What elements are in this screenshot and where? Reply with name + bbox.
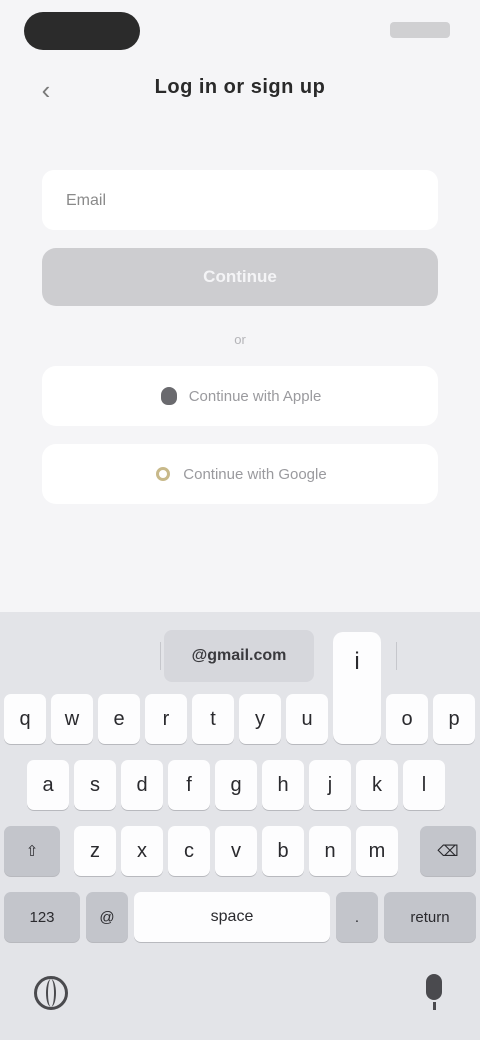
key-f[interactable]: f <box>168 760 210 810</box>
or-divider: or <box>234 332 246 347</box>
key-g[interactable]: g <box>215 760 257 810</box>
continue-with-google-button[interactable]: Continue with Google <box>42 444 438 504</box>
key-y[interactable]: y <box>239 694 281 744</box>
suggestion-separator <box>160 642 161 670</box>
key-c[interactable]: c <box>168 826 210 876</box>
email-field[interactable] <box>64 170 428 232</box>
at-key[interactable]: @ <box>86 892 128 942</box>
suggestion-left[interactable] <box>8 630 156 682</box>
key-j[interactable]: j <box>309 760 351 810</box>
key-o[interactable]: o <box>386 694 428 744</box>
key-d[interactable]: d <box>121 760 163 810</box>
key-row-2: a s d f g h j k l <box>0 760 480 812</box>
suggestion-separator <box>396 642 397 670</box>
key-k[interactable]: k <box>356 760 398 810</box>
status-indicators <box>390 22 450 38</box>
key-z[interactable]: z <box>74 826 116 876</box>
key-row-1: q w e r t y u i o p <box>0 632 480 746</box>
delete-key[interactable]: ⌫ <box>420 826 476 876</box>
key-v[interactable]: v <box>215 826 257 876</box>
key-row-3: ⇧ z x c v b n m ⌫ <box>0 826 480 878</box>
microphone-icon[interactable] <box>426 974 442 1010</box>
key-p[interactable]: p <box>433 694 475 744</box>
key-n[interactable]: n <box>309 826 351 876</box>
google-button-label: Continue with Google <box>183 465 327 483</box>
status-bar <box>0 0 480 60</box>
shift-key[interactable]: ⇧ <box>4 826 60 876</box>
email-field-container <box>42 170 438 232</box>
key-t[interactable]: t <box>192 694 234 744</box>
key-i[interactable]: i <box>333 632 381 744</box>
key-b[interactable]: b <box>262 826 304 876</box>
key-r[interactable]: r <box>145 694 187 744</box>
suggestion-right[interactable] <box>400 630 472 682</box>
key-m[interactable]: m <box>356 826 398 876</box>
key-q[interactable]: q <box>4 694 46 744</box>
numbers-key[interactable]: 123 <box>4 892 80 942</box>
keyboard-bottom-bar <box>0 952 480 1040</box>
space-key[interactable]: space <box>134 892 330 942</box>
key-a[interactable]: a <box>27 760 69 810</box>
key-e[interactable]: e <box>98 694 140 744</box>
keyboard: @gmail.com q w e r t y u i o p a s d f g… <box>0 612 480 1040</box>
key-w[interactable]: w <box>51 694 93 744</box>
dot-key[interactable]: . <box>336 892 378 942</box>
suggestion-center[interactable]: @gmail.com <box>164 630 314 682</box>
key-h[interactable]: h <box>262 760 304 810</box>
apple-icon <box>159 386 179 406</box>
suggestion-bar: @gmail.com <box>0 630 480 682</box>
globe-icon[interactable] <box>34 976 68 1010</box>
key-x[interactable]: x <box>121 826 163 876</box>
apple-button-label: Continue with Apple <box>188 387 322 405</box>
phone-screen: ‹ Log in or sign up Continue or Continue… <box>0 0 480 1040</box>
key-u[interactable]: u <box>286 694 328 744</box>
return-key[interactable]: return <box>384 892 476 942</box>
header: ‹ Log in or sign up <box>0 62 480 118</box>
continue-with-apple-button[interactable]: Continue with Apple <box>42 366 438 426</box>
key-s[interactable]: s <box>74 760 116 810</box>
google-icon <box>153 464 173 484</box>
continue-button[interactable]: Continue <box>42 248 438 306</box>
key-l[interactable]: l <box>403 760 445 810</box>
page-title: Log in or sign up <box>154 76 326 98</box>
dynamic-island <box>24 12 140 50</box>
key-row-4: 123 @ space . return <box>0 892 480 944</box>
